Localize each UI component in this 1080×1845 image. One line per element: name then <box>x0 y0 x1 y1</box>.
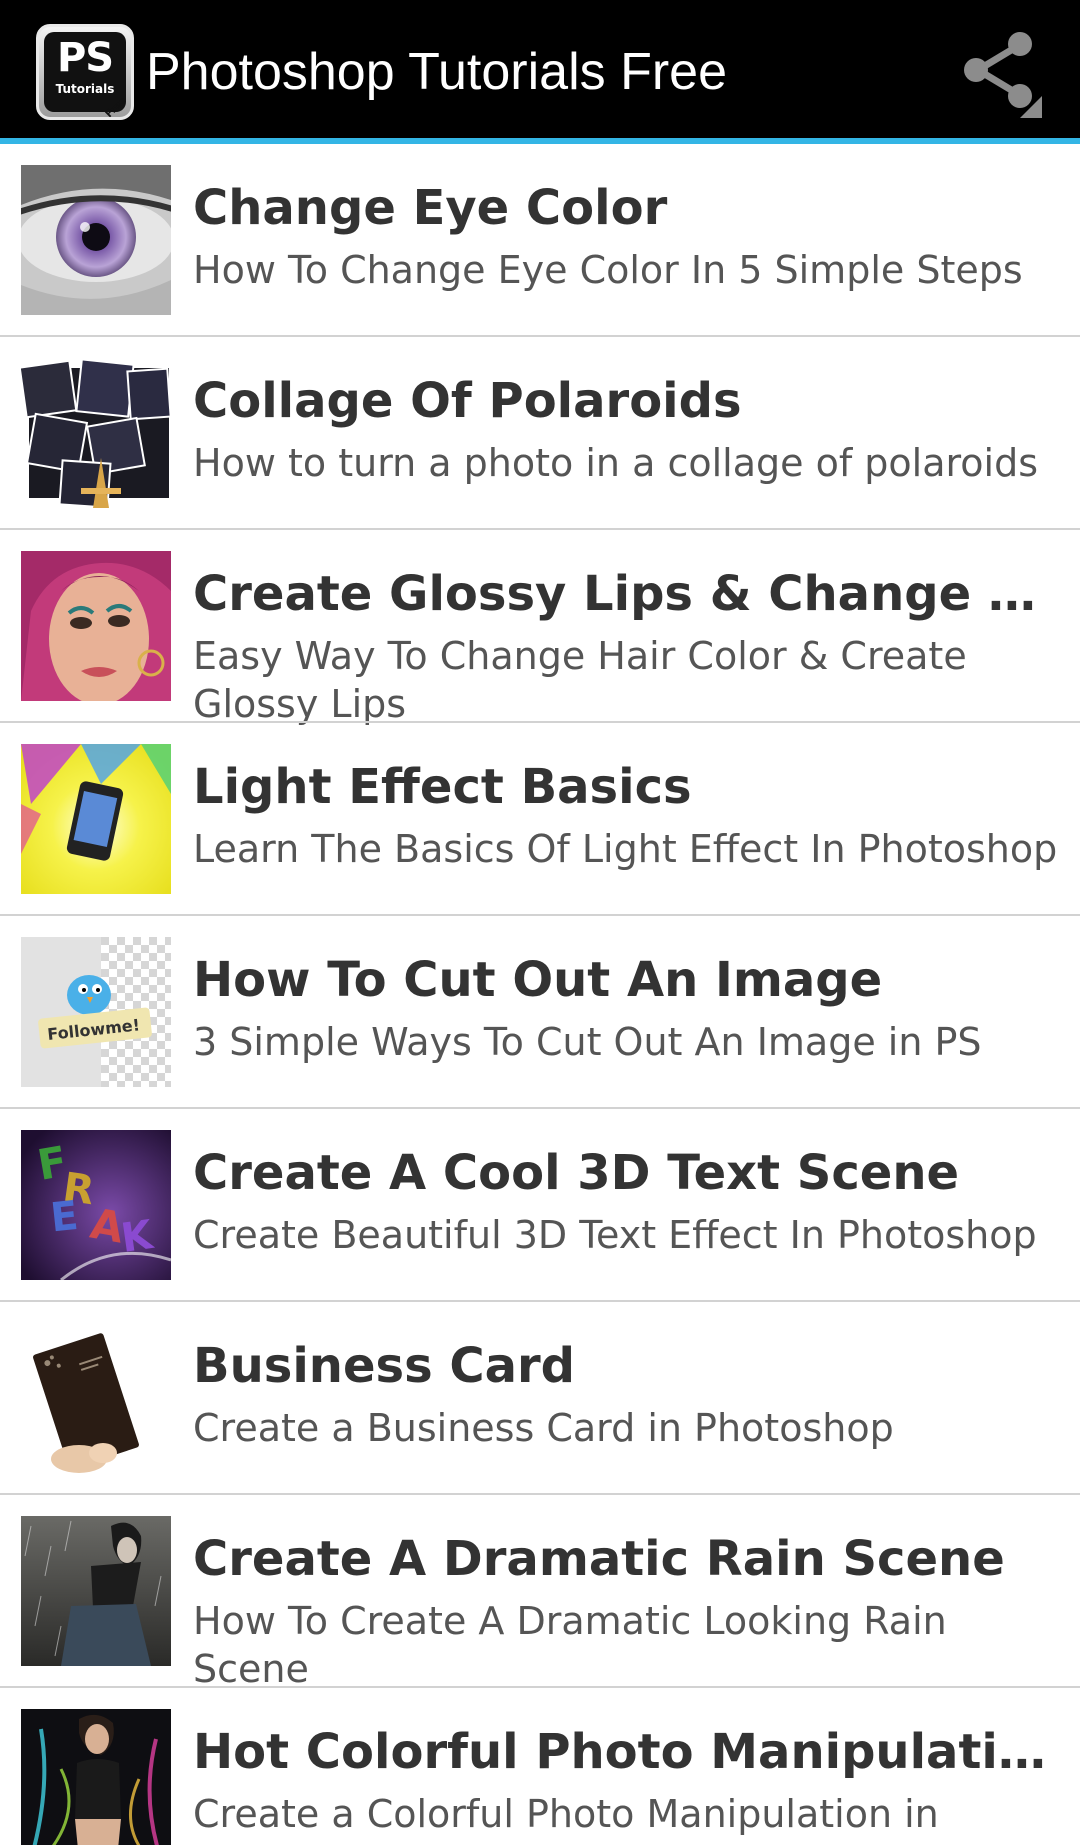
tutorial-subtitle: Learn The Basics Of Light Effect In Phot… <box>193 827 1058 871</box>
tutorial-subtitle: Create a Colorful Photo Manipulation in <box>193 1792 939 1836</box>
list-item[interactable]: Collage Of Polaroids How to turn a photo… <box>0 337 1080 530</box>
app-title: Photoshop Tutorials Free <box>146 43 727 101</box>
tutorial-subtitle: How to turn a photo in a collage of pola… <box>193 441 1038 485</box>
app-icon-face: PS Tutorials <box>44 32 126 112</box>
list-item[interactable]: Followme! How To Cut Out An Image 3 Simp… <box>0 916 1080 1109</box>
list-item[interactable]: Create Glossy Lips & Change Hair… Easy W… <box>0 530 1080 726</box>
thumbnail-image: Followme! <box>21 937 171 1087</box>
tutorial-title: How To Cut Out An Image <box>193 952 883 1008</box>
tutorial-title: Create A Cool 3D Text Scene <box>193 1145 960 1201</box>
tutorial-subtitle: Easy Way To Change Hair Color & Create G… <box>193 634 967 726</box>
thumbnail-image <box>21 358 171 508</box>
tutorial-title: Collage Of Polaroids <box>193 373 742 429</box>
tutorial-title: Create Glossy Lips & Change Hair… <box>193 566 1063 622</box>
thumbnail-image <box>21 1516 171 1666</box>
tutorial-subtitle: How To Change Eye Color In 5 Simple Step… <box>193 248 1023 292</box>
thumbnail-image: F R E A K <box>21 1130 171 1280</box>
app-screen: PS Tutorials Free Photoshop Tutorials Fr… <box>0 0 1080 1845</box>
tutorial-title: Business Card <box>193 1338 576 1394</box>
tutorial-subtitle: 3 Simple Ways To Cut Out An Image in PS <box>193 1020 982 1064</box>
list-item[interactable]: Create A Dramatic Rain Scene How To Crea… <box>0 1495 1080 1691</box>
tutorial-subtitle: Create Beautiful 3D Text Effect In Photo… <box>193 1213 1037 1257</box>
list-item[interactable]: Hot Colorful Photo Manipulation Create a… <box>0 1688 1080 1845</box>
thumbnail-image <box>21 744 171 894</box>
list-item[interactable]: Change Eye Color How To Change Eye Color… <box>0 144 1080 337</box>
app-icon[interactable]: PS Tutorials Free <box>36 24 134 120</box>
action-bar: PS Tutorials Free Photoshop Tutorials Fr… <box>0 0 1080 138</box>
tutorial-title: Change Eye Color <box>193 180 668 236</box>
app-icon-sub-text: Tutorials <box>55 82 115 96</box>
tutorial-title: Light Effect Basics <box>193 759 692 815</box>
tutorial-title: Create A Dramatic Rain Scene <box>193 1531 1005 1587</box>
thumbnail-image <box>21 165 171 315</box>
tutorial-list: Change Eye Color How To Change Eye Color… <box>0 144 1080 1845</box>
thumbnail-image <box>21 1323 171 1473</box>
tutorial-title: Hot Colorful Photo Manipulation <box>193 1724 1063 1780</box>
svg-text:E: E <box>48 1193 80 1242</box>
list-item[interactable]: F R E A K Create A Cool 3D Text Scene Cr… <box>0 1109 1080 1302</box>
tutorial-subtitle: Create a Business Card in Photoshop <box>193 1406 894 1450</box>
tutorial-subtitle: How To Create A Dramatic Looking Rain Sc… <box>193 1599 947 1691</box>
app-icon-ps-text: PS <box>56 35 114 81</box>
thumbnail-image <box>21 1709 171 1845</box>
overflow-corner-indicator <box>1020 96 1042 118</box>
thumbnail-image <box>21 551 171 701</box>
list-item[interactable]: Business Card Create a Business Card in … <box>0 1302 1080 1495</box>
list-item[interactable]: Light Effect Basics Learn The Basics Of … <box>0 723 1080 916</box>
